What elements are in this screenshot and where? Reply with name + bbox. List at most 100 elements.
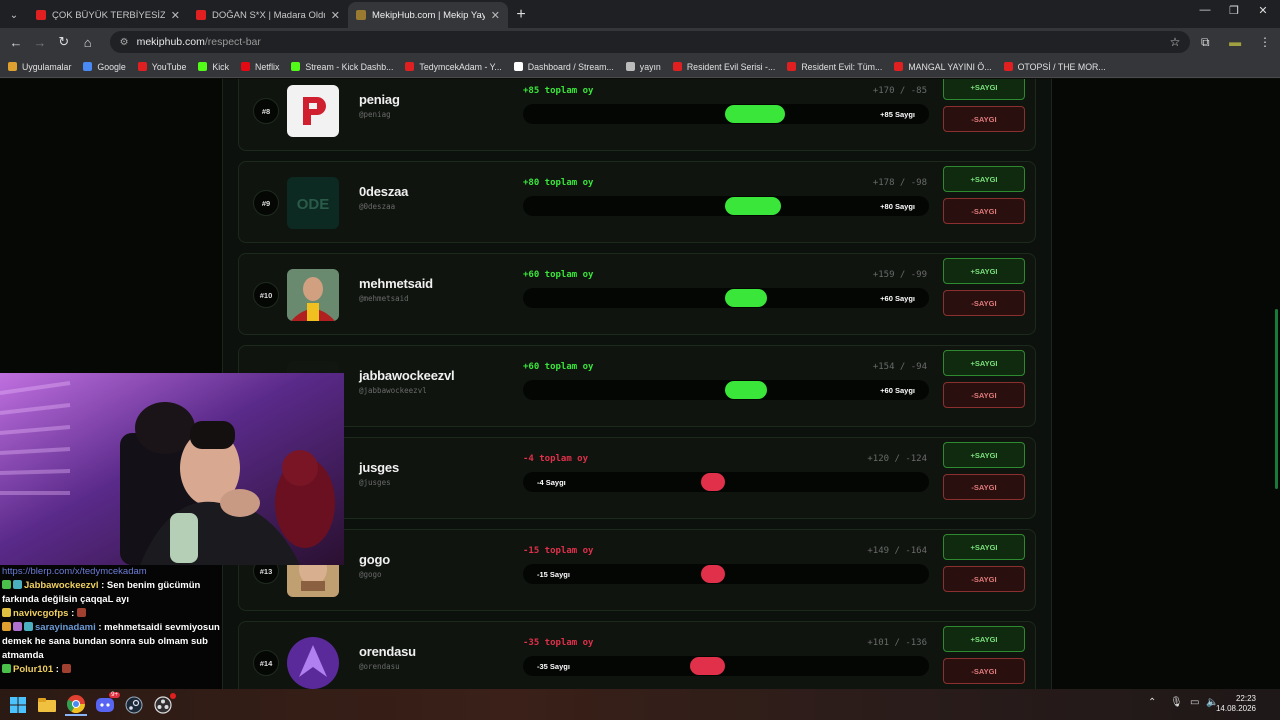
- upvote-button[interactable]: +SAYGI: [943, 350, 1025, 376]
- steam-icon[interactable]: [123, 694, 145, 716]
- username[interactable]: mehmetsaid: [359, 276, 433, 291]
- network-icon[interactable]: ▭: [1190, 697, 1199, 708]
- chat-user[interactable]: Jabbawockeezvl: [24, 580, 98, 591]
- back-icon[interactable]: ←: [4, 35, 28, 50]
- chat-text: :: [53, 664, 62, 675]
- site-info-icon[interactable]: ⚙: [120, 37, 129, 48]
- home-icon[interactable]: ⌂: [76, 35, 100, 50]
- respect-bar-label: +60 Saygı: [880, 294, 915, 303]
- address-bar[interactable]: ⚙ mekiphub.com /respect-bar ☆: [109, 31, 1191, 53]
- windows-start-icon[interactable]: [7, 694, 29, 716]
- tray-chevron-icon[interactable]: ⌃: [1148, 697, 1156, 708]
- downvote-button[interactable]: -SAYGI: [943, 566, 1025, 592]
- upvote-button[interactable]: +SAYGI: [943, 258, 1025, 284]
- extensions-icon[interactable]: ⧉: [1190, 35, 1220, 50]
- upvote-button[interactable]: +SAYGI: [943, 534, 1025, 560]
- tab-search-chevron-icon[interactable]: ⌄: [0, 2, 28, 28]
- restore-icon[interactable]: ❐: [1219, 4, 1249, 17]
- total-votes: -4 toplam oy: [523, 454, 589, 464]
- bookmark-label: MANGAL YAYINI Ö...: [908, 61, 992, 72]
- chat-user[interactable]: sarayinadami: [35, 622, 96, 633]
- username[interactable]: peniag: [359, 92, 400, 107]
- chat-user[interactable]: Polur101: [13, 664, 53, 675]
- respect-bar-label: +85 Saygı: [880, 110, 915, 119]
- chat-text: :: [68, 608, 77, 619]
- downvote-button[interactable]: -SAYGI: [943, 474, 1025, 500]
- badge-icon: [24, 622, 33, 631]
- obs-icon[interactable]: [152, 692, 176, 716]
- username[interactable]: 0deszaa: [359, 184, 408, 199]
- bookmark-item[interactable]: OTOPSİ / THE MOR...: [1003, 62, 1106, 72]
- tab-label: DOĞAN S*X | Madara Olduk #7: [212, 9, 325, 21]
- downvote-button[interactable]: -SAYGI: [943, 290, 1025, 316]
- respect-bar: -4 Saygı: [523, 472, 929, 492]
- close-icon[interactable]: ✕: [331, 9, 340, 22]
- bookmark-item[interactable]: Resident Evil: Tüm...: [787, 62, 882, 72]
- extension-icon[interactable]: ▬: [1220, 35, 1250, 49]
- file-explorer-icon[interactable]: [36, 694, 58, 716]
- bookmark-icon: [198, 62, 208, 71]
- bookmark-item[interactable]: TedymcekAdam - Y...: [405, 61, 502, 72]
- bookmark-item[interactable]: Stream - Kick Dashb...: [291, 62, 393, 72]
- respect-card: #14 orendasu @orendasu -35 toplam oy +101 / …: [238, 621, 1036, 689]
- menu-icon[interactable]: ⋮: [1250, 35, 1280, 49]
- tab-bar: ⌄ ÇOK BÜYÜK TERBİYESİZLİK BEN ✕ DOĞAN S*…: [0, 0, 1280, 28]
- respect-bar: +80 Saygı: [523, 196, 929, 216]
- downvote-button[interactable]: -SAYGI: [943, 382, 1025, 408]
- bookmark-star-icon[interactable]: ☆: [1170, 35, 1181, 49]
- respect-bar-fill: [701, 565, 725, 583]
- tab-3-active[interactable]: MekipHub.com | Mekip Yayıncı ✕: [348, 2, 508, 28]
- chat-message: navivcgofps :: [2, 607, 220, 621]
- upvote-button[interactable]: +SAYGI: [943, 79, 1025, 100]
- username[interactable]: jabbawockeezvl: [359, 368, 455, 383]
- bookmark-item[interactable]: MANGAL YAYINI Ö...: [894, 61, 992, 72]
- bookmark-item[interactable]: Google: [83, 62, 126, 72]
- upvote-button[interactable]: +SAYGI: [943, 626, 1025, 652]
- upvote-button[interactable]: +SAYGI: [943, 442, 1025, 468]
- close-icon[interactable]: ✕: [171, 9, 180, 22]
- tab-2[interactable]: DOĞAN S*X | Madara Olduk #7 ✕: [188, 2, 348, 28]
- minimize-icon[interactable]: —: [1190, 4, 1220, 16]
- discord-icon[interactable]: 9+: [94, 691, 120, 716]
- downvote-button[interactable]: -SAYGI: [943, 198, 1025, 224]
- microphone-icon[interactable]: 🎙: [1170, 697, 1183, 708]
- youtube-icon: [36, 10, 46, 20]
- bookmark-item[interactable]: Resident Evil Serisi -...: [672, 62, 775, 72]
- bookmark-item[interactable]: yayın: [625, 62, 661, 72]
- chrome-icon[interactable]: [65, 694, 87, 716]
- bookmark-item[interactable]: YouTube: [137, 62, 186, 72]
- username[interactable]: orendasu: [359, 644, 416, 659]
- respect-card: #9 ODE 0deszaa @0deszaa +80 toplam oy +178 / …: [238, 161, 1036, 243]
- chat-user[interactable]: navivcgofps: [13, 608, 68, 619]
- clock[interactable]: 22:23 14.08.2026: [1216, 694, 1256, 714]
- chat-link[interactable]: https://blerp.com/x/tedymcekadam: [2, 565, 220, 579]
- upvote-button[interactable]: +SAYGI: [943, 166, 1025, 192]
- bookmark-label: Kick: [212, 61, 229, 72]
- bookmark-item[interactable]: Dashboard / Stream...: [513, 62, 614, 72]
- username[interactable]: gogo: [359, 552, 390, 567]
- downvote-button[interactable]: -SAYGI: [943, 658, 1025, 684]
- bookmark-item[interactable]: Uygulamalar: [8, 62, 71, 72]
- close-icon[interactable]: ✕: [491, 9, 500, 22]
- downvote-button[interactable]: -SAYGI: [943, 106, 1025, 132]
- forward-icon[interactable]: →: [28, 35, 52, 50]
- bookmark-item[interactable]: Netflix: [240, 62, 279, 72]
- tab-1[interactable]: ÇOK BÜYÜK TERBİYESİZLİK BEN ✕: [28, 2, 188, 28]
- page-scrollbar[interactable]: [1275, 309, 1278, 489]
- reload-icon[interactable]: ↻: [52, 34, 76, 50]
- url-host: mekiphub.com: [136, 36, 205, 48]
- respect-bar-fill: [701, 473, 725, 491]
- close-window-icon[interactable]: ✕: [1248, 4, 1278, 17]
- emote-icon: [76, 608, 86, 617]
- bookmark-label: Resident Evil: Tüm...: [801, 61, 883, 72]
- bookmark-icon: [1003, 62, 1013, 71]
- respect-bar-fill: [725, 381, 767, 399]
- new-tab-button[interactable]: +: [508, 2, 534, 28]
- bookmark-label: TedymcekAdam - Y...: [419, 61, 502, 72]
- webcam-overlay: [0, 373, 344, 565]
- clock-date: 14.08.2026: [1215, 704, 1256, 713]
- username[interactable]: jusges: [359, 460, 399, 475]
- bookmark-item[interactable]: Kick: [198, 62, 229, 72]
- url-path: /respect-bar: [204, 36, 261, 48]
- vote-breakdown: +154 / -94: [872, 362, 927, 372]
